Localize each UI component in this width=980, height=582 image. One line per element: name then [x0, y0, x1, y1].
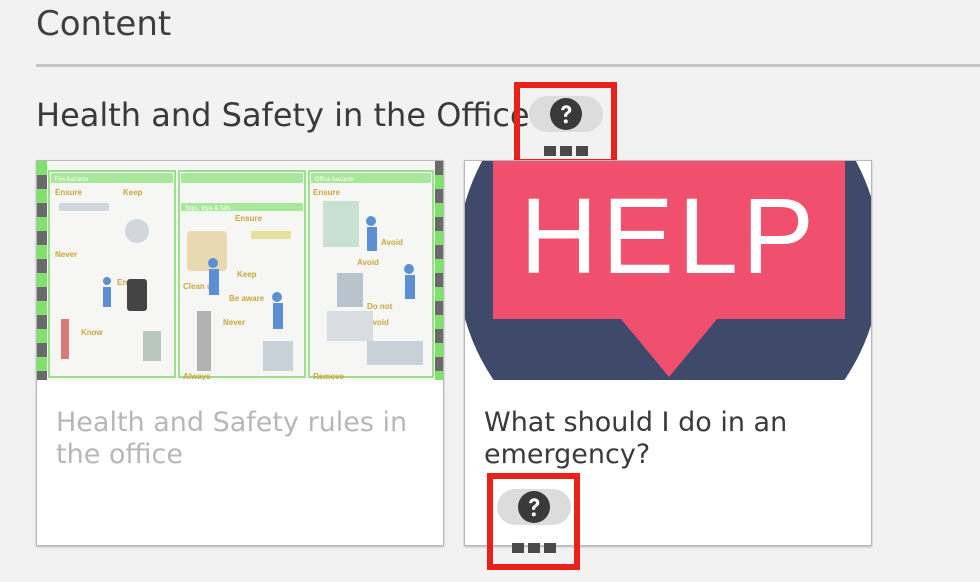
poster-panel-label: Office hazards	[315, 177, 354, 183]
poster-word: Know	[81, 328, 104, 337]
help-thumbnail-text: HELP	[520, 175, 818, 296]
question-circle-icon	[517, 491, 550, 523]
content-heading: Content	[36, 4, 172, 44]
section-help-widget	[514, 82, 617, 165]
section-more-menu[interactable]	[543, 146, 588, 156]
card-title: What should I do in an emergency?	[484, 407, 788, 470]
content-card-health-safety-rules[interactable]: Fire hazards Slips, trips & falls Office…	[36, 160, 444, 546]
section-title: Health and Safety in the Office	[36, 96, 530, 134]
card-help-button[interactable]	[496, 489, 571, 525]
card-more-menu[interactable]	[511, 543, 556, 553]
poster-panel-label: Fire hazards	[55, 177, 88, 183]
poster-word: Ensure	[235, 214, 263, 223]
card-thumbnail-help: HELP	[465, 161, 871, 380]
card-thumbnail-poster: Fire hazards Slips, trips & falls Office…	[37, 161, 443, 380]
card-help-widget	[487, 473, 580, 570]
poster-word: Keep	[237, 270, 257, 279]
poster-panel-label: Slips, trips & falls	[185, 206, 231, 212]
section-help-button[interactable]	[528, 96, 603, 132]
more-dot	[543, 543, 556, 553]
poster-word: Avoid	[357, 258, 379, 267]
poster-word: Ensure	[55, 188, 83, 197]
more-dot	[543, 146, 556, 156]
poster-word: Keep	[123, 188, 143, 197]
poster-word: Always	[183, 372, 211, 380]
card-title: Health and Safety rules in the office	[56, 407, 408, 470]
more-dot	[511, 543, 524, 553]
more-dot	[575, 146, 588, 156]
question-circle-icon	[549, 98, 582, 130]
poster-word: Never	[223, 318, 245, 327]
more-dot	[559, 146, 572, 156]
poster-word: Remove	[313, 372, 345, 380]
heading-divider	[36, 64, 980, 67]
more-dot	[527, 543, 540, 553]
poster-word: Do not	[367, 302, 393, 311]
poster-word: Ensure	[313, 188, 341, 197]
poster-word: Never	[55, 250, 77, 259]
poster-word: Be aware	[229, 294, 265, 303]
poster-word: Avoid	[381, 238, 403, 247]
